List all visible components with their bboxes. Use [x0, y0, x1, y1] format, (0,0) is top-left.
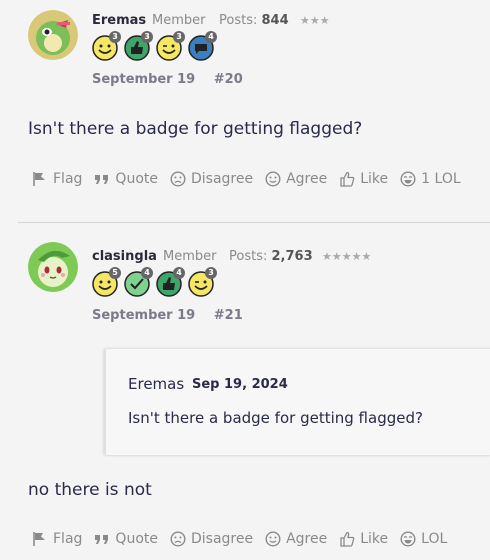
user-role: Member: [163, 249, 217, 264]
quote-text: Isn't there a badge for getting flagged?: [128, 409, 423, 427]
disagree-label: Disagree: [190, 531, 254, 547]
post-count: Posts: 844: [219, 13, 289, 28]
badge-count: 3: [141, 31, 153, 43]
smile-icon: [265, 531, 281, 547]
post-body: no there is not: [28, 480, 152, 500]
lol-button[interactable]: LOL: [400, 531, 447, 547]
smile-badge-icon[interactable]: 3: [92, 31, 121, 61]
flag-button[interactable]: Flag: [32, 531, 82, 547]
post-number[interactable]: #21: [214, 308, 243, 323]
badge-count: 4: [205, 31, 217, 43]
badge-list: 5 4 4 3: [92, 267, 217, 297]
post-date[interactable]: September 19: [92, 72, 195, 87]
avatar[interactable]: [28, 242, 78, 292]
post-divider: [18, 222, 490, 223]
agree-label: Agree: [286, 531, 328, 547]
laugh-icon: [400, 171, 416, 187]
avatar[interactable]: [28, 10, 78, 60]
thumbs-up-badge-icon[interactable]: 3: [124, 31, 153, 61]
smile-badge-icon[interactable]: 5: [92, 267, 121, 297]
badge-count: 4: [141, 267, 153, 279]
quote-date: Sep 19, 2024: [192, 377, 288, 392]
disagree-label: Disagree: [190, 171, 254, 187]
quote-icon: [95, 535, 109, 544]
comment-badge-icon[interactable]: 4: [188, 31, 217, 61]
badge-count: 4: [173, 267, 185, 279]
quote-icon: [95, 175, 109, 184]
frown-icon: [170, 171, 186, 187]
posts-count-value: 2,763: [271, 249, 313, 264]
flag-icon: [33, 172, 45, 186]
frown-icon: [170, 531, 186, 547]
flag-label: Flag: [53, 531, 83, 547]
post-date[interactable]: September 19: [92, 308, 195, 323]
posts-count-value: 844: [261, 13, 289, 28]
quote-block[interactable]: Eremas Sep 19, 2024 Isn't there a badge …: [104, 349, 490, 455]
post-actions: Flag Quote Disagree Agree Like 1 LOL: [32, 171, 473, 187]
quote-author[interactable]: Eremas: [128, 375, 184, 393]
laugh-icon: [400, 531, 416, 547]
posts-label: Posts:: [219, 13, 258, 28]
username[interactable]: clasingla: [92, 249, 157, 264]
badge-count: 5: [109, 267, 121, 279]
quote-label: Quote: [115, 171, 158, 187]
wink-badge-icon[interactable]: 3: [156, 31, 185, 61]
rank-stars: ★★★★★: [322, 250, 372, 263]
badge-list: 3 3 3 4: [92, 31, 217, 61]
lol-button[interactable]: 1 LOL: [400, 171, 461, 187]
smile-icon: [265, 171, 281, 187]
agree-button[interactable]: Agree: [265, 531, 327, 547]
post-meta: September 19 #21: [92, 308, 257, 323]
lol-label: LOL: [421, 531, 448, 547]
check-badge-icon[interactable]: 4: [124, 267, 153, 297]
like-button[interactable]: Like: [339, 171, 388, 187]
quote-button[interactable]: Quote: [94, 171, 158, 187]
user-role: Member: [152, 13, 206, 28]
flag-icon: [33, 532, 45, 546]
agree-label: Agree: [286, 171, 328, 187]
post-meta: September 19 #20: [92, 72, 257, 87]
like-label: Like: [360, 171, 389, 187]
wink-badge-icon[interactable]: 3: [188, 267, 217, 297]
quote-label: Quote: [115, 531, 158, 547]
thumbs-up-icon: [340, 171, 355, 187]
badge-count: 3: [109, 31, 121, 43]
post-number[interactable]: #20: [214, 72, 243, 87]
post-21: clasingla Member Posts: 2,763 ★★★★★ 5 4 …: [0, 236, 490, 560]
agree-button[interactable]: Agree: [265, 171, 327, 187]
disagree-button[interactable]: Disagree: [170, 171, 253, 187]
post-count: Posts: 2,763: [229, 249, 313, 264]
lol-label: 1 LOL: [421, 171, 461, 187]
like-label: Like: [360, 531, 389, 547]
flag-label: Flag: [53, 171, 83, 187]
post-body: Isn't there a badge for getting flagged?: [28, 119, 363, 139]
rank-stars: ★★★: [300, 14, 330, 27]
posts-label: Posts:: [229, 249, 268, 264]
post-20: Eremas Member Posts: 844 ★★★ 3 3 3 4 Sep…: [0, 0, 490, 220]
quote-button[interactable]: Quote: [94, 531, 158, 547]
like-button[interactable]: Like: [339, 531, 388, 547]
thumbs-up-icon: [340, 531, 355, 547]
flag-button[interactable]: Flag: [32, 171, 82, 187]
badge-count: 3: [173, 31, 185, 43]
disagree-button[interactable]: Disagree: [170, 531, 253, 547]
thumbs-up-badge-icon[interactable]: 4: [156, 267, 185, 297]
badge-count: 3: [205, 267, 217, 279]
post-actions: Flag Quote Disagree Agree Like LOL: [32, 531, 459, 547]
username[interactable]: Eremas: [92, 13, 146, 28]
